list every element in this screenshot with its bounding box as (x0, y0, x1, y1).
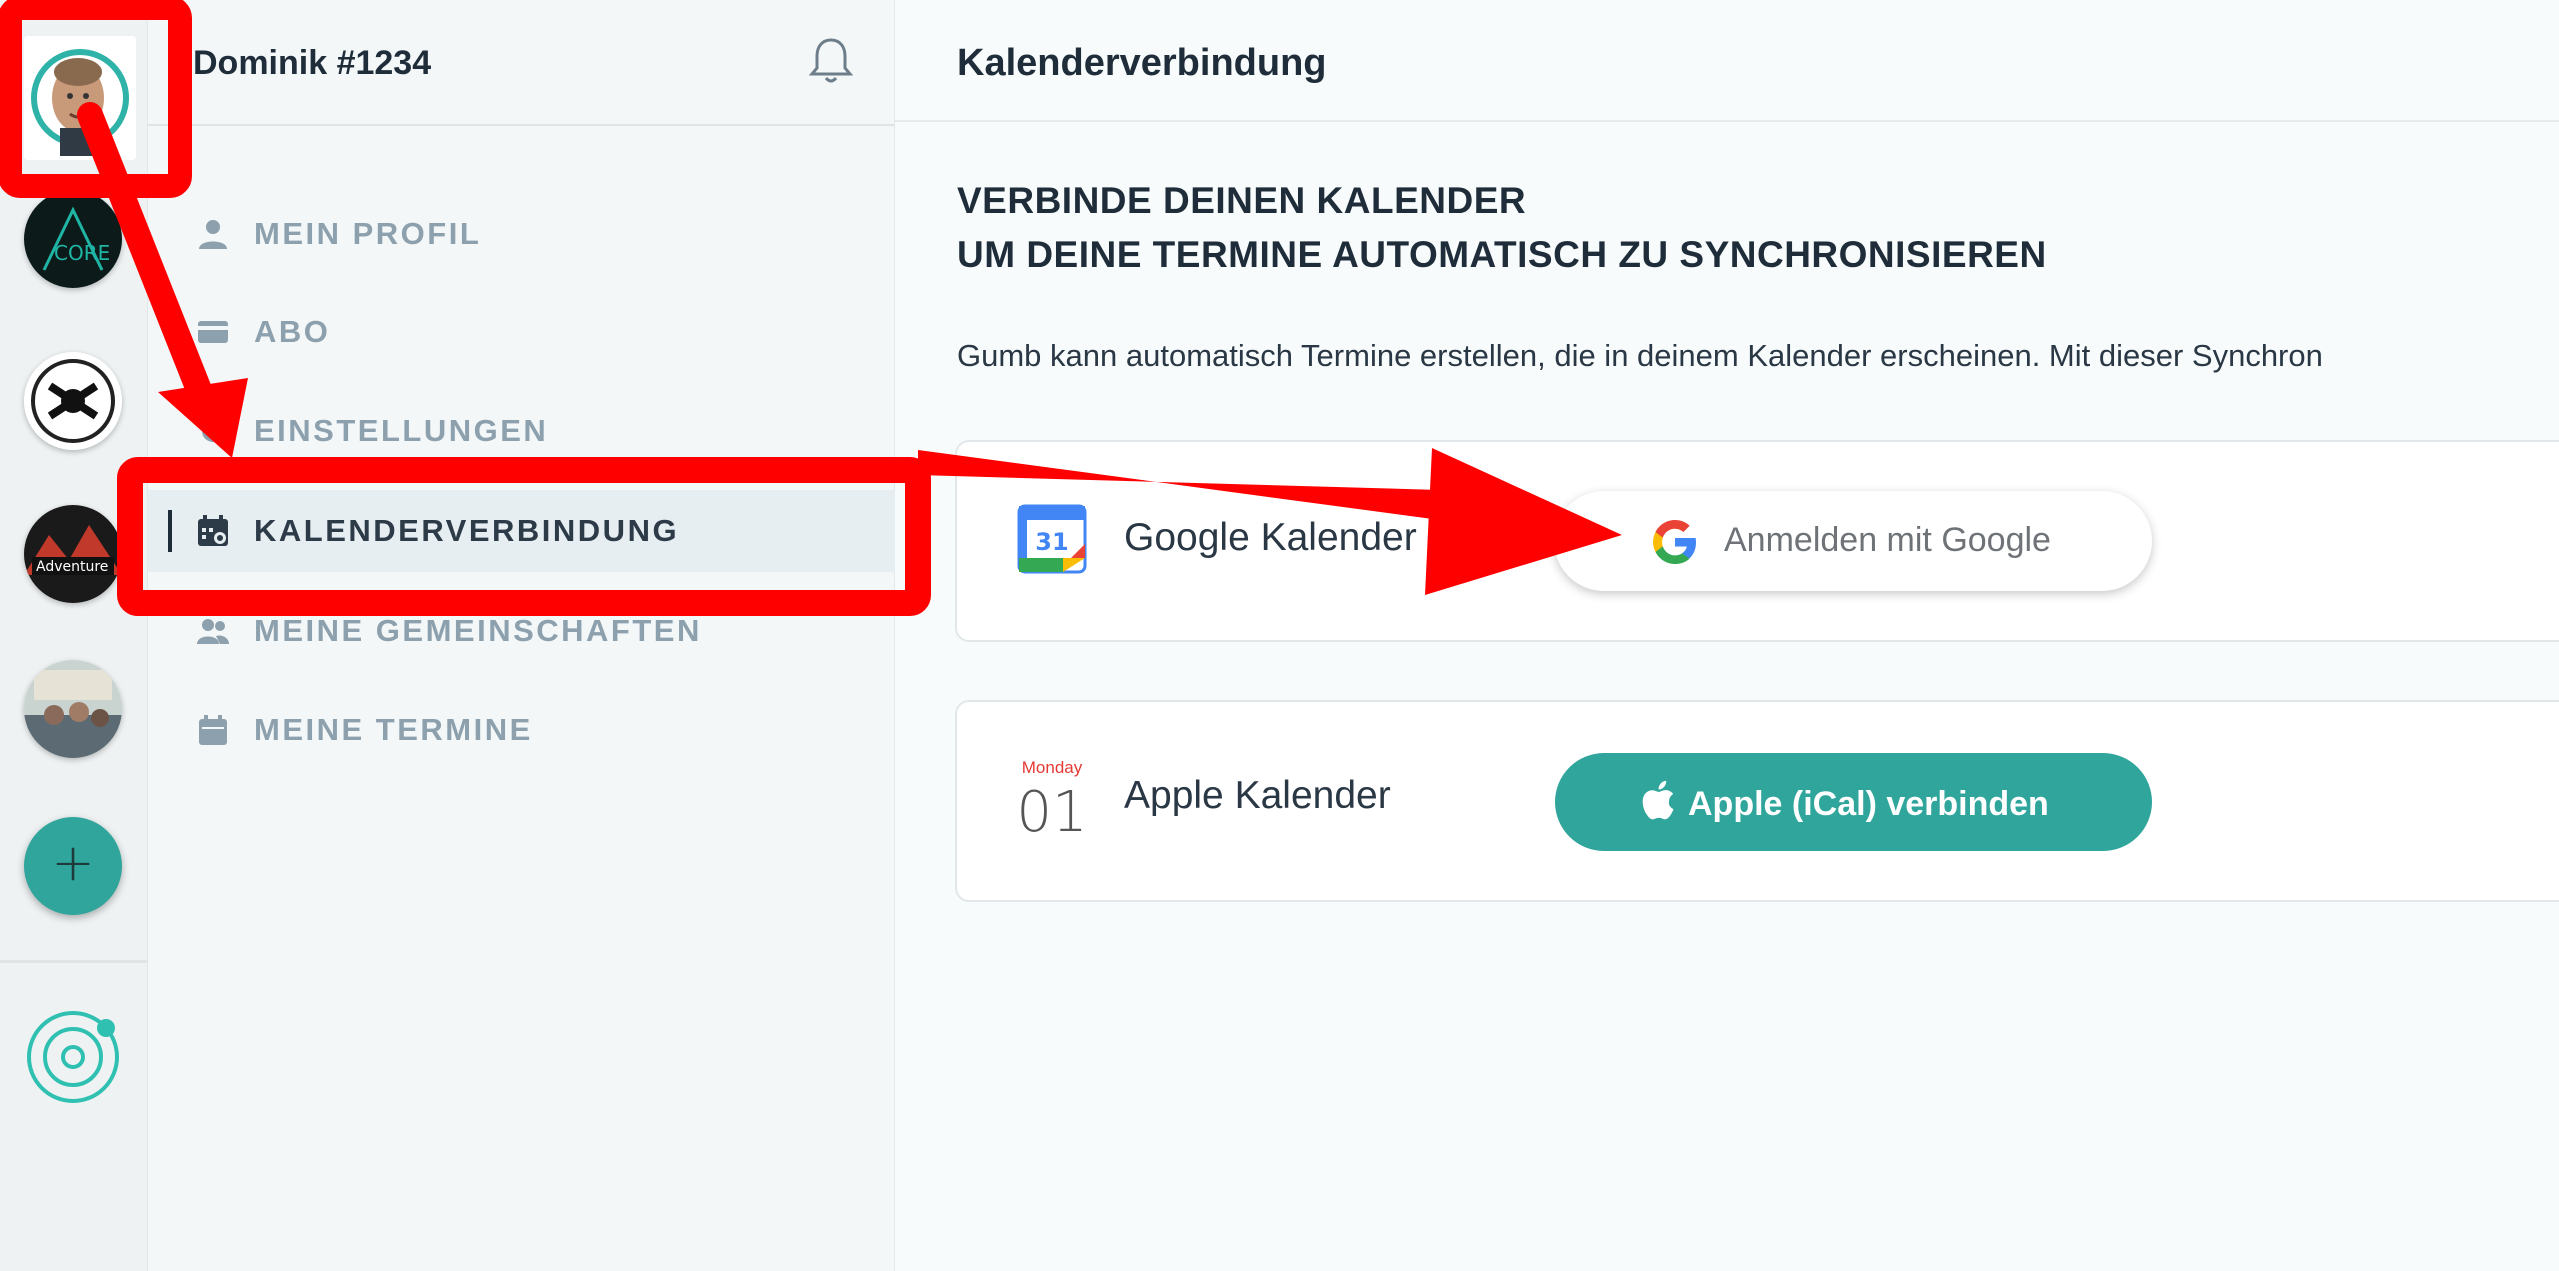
main-content: Kalenderverbindung VERBINDE DEINEN KALEN… (895, 0, 2559, 1271)
section-heading-line-1: VERBINDE DEINEN KALENDER (957, 180, 1527, 221)
sidebar-item-meine-gemeinschaften[interactable]: MEINE GEMEINSCHAFTEN (148, 590, 895, 672)
apple-logo-icon (1635, 777, 1677, 823)
settings-sidebar: Dominik #1234 MEIN PROFIL ABO EINSTELLUN… (148, 0, 895, 1271)
svg-text:Adventure: Adventure (36, 559, 108, 575)
sidebar-item-label: MEINE GEMEINSCHAFTEN (254, 613, 702, 648)
community-avatar-core[interactable]: CORE (24, 190, 122, 288)
section-heading-line-2: UM DEINE TERMINE AUTOMATISCH ZU SYNCHRON… (957, 234, 2047, 275)
gear-icon (196, 414, 230, 448)
google-calendar-icon-day: 31 (1035, 528, 1068, 556)
person-icon (196, 217, 230, 251)
google-signin-label: Anmelden mit Google (1724, 521, 2051, 559)
sidebar-item-kalenderverbindung[interactable]: KALENDERVERBINDUNG (148, 490, 895, 572)
community-avatar-adventure[interactable]: Adventure (24, 505, 122, 603)
bell-icon[interactable] (808, 36, 854, 86)
sidebar-item-label: MEINE TERMINE (254, 712, 533, 747)
apple-ical-connect-button[interactable]: Apple (iCal) verbinden (1555, 753, 2152, 851)
gumb-logo-icon[interactable] (24, 1008, 122, 1106)
user-name: Dominik #1234 (193, 44, 432, 82)
community-avatar-tools[interactable] (24, 352, 122, 450)
community-rail: CORE Adventure + (0, 0, 148, 1271)
community-avatar-group[interactable] (24, 660, 122, 758)
apple-calendar-card: Monday 01 Apple Kalender Apple (iCal) ve… (955, 700, 2559, 902)
google-calendar-name: Google Kalender (1124, 516, 1417, 559)
rail-divider (0, 960, 148, 963)
sidebar-item-label: ABO (254, 314, 331, 349)
google-signin-button[interactable]: Anmelden mit Google (1554, 491, 2152, 591)
apple-calendar-name: Apple Kalender (1124, 774, 1391, 817)
sidebar-item-label: KALENDERVERBINDUNG (254, 513, 680, 548)
sidebar-item-label: EINSTELLUNGEN (254, 413, 549, 448)
apple-calendar-icon: Monday 01 (1009, 752, 1095, 846)
sidebar-item-einstellungen[interactable]: EINSTELLUNGEN (148, 390, 895, 472)
calendar-icon (196, 713, 230, 747)
google-logo-icon (1652, 519, 1698, 565)
svg-text:CORE: CORE (54, 241, 110, 265)
people-icon (196, 614, 230, 648)
intro-text: Gumb kann automatisch Termine erstellen,… (957, 338, 2323, 373)
profile-avatar[interactable] (24, 36, 136, 160)
apple-ical-connect-label: Apple (iCal) verbinden (1688, 785, 2049, 823)
calendar-sync-icon (196, 514, 230, 548)
page-title: Kalenderverbindung (957, 42, 1327, 84)
sidebar-item-meine-termine[interactable]: MEINE TERMINE (148, 689, 895, 771)
sidebar-item-mein-profil[interactable]: MEIN PROFIL (148, 193, 895, 275)
add-community-button[interactable]: + (24, 817, 122, 915)
sidebar-header: Dominik #1234 (148, 0, 895, 126)
apple-calendar-icon-weekday: Monday (1021, 758, 1083, 777)
google-calendar-icon: 31 (1017, 504, 1087, 574)
sidebar-item-label: MEIN PROFIL (254, 216, 482, 251)
google-calendar-card: 31 Google Kalender Anmelden mit Google (955, 440, 2559, 642)
apple-calendar-icon-day: 01 (1016, 780, 1088, 845)
card-icon (196, 315, 230, 349)
main-header: Kalenderverbindung (895, 0, 2559, 122)
sidebar-item-abo[interactable]: ABO (148, 291, 895, 373)
